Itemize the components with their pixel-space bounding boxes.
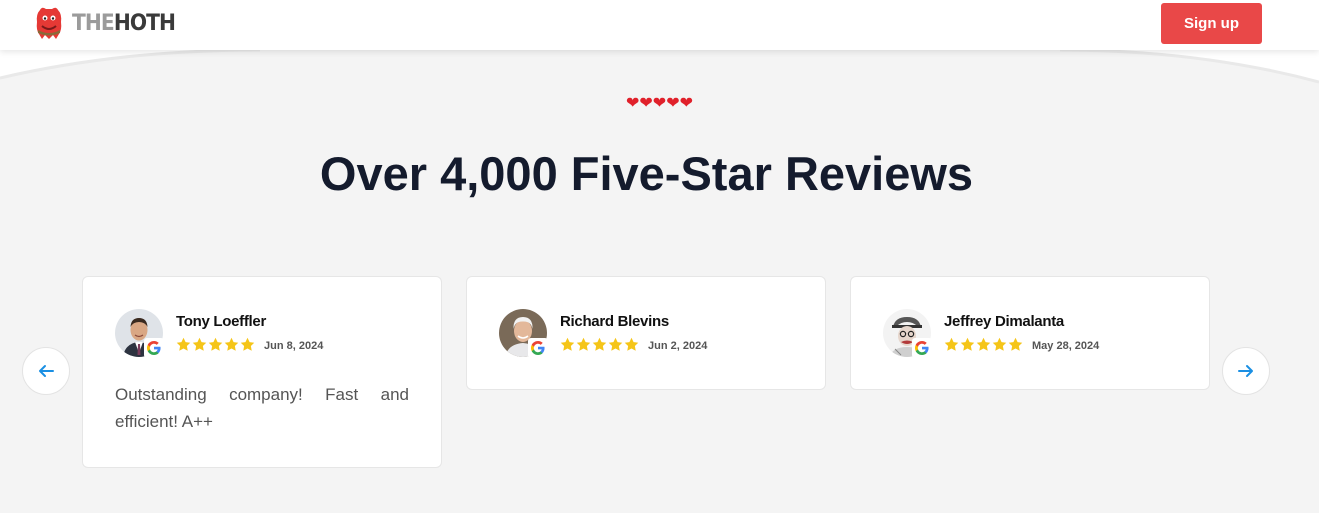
star-rating	[944, 337, 1023, 352]
header-swoosh	[0, 50, 1319, 84]
arrow-left-icon	[39, 365, 54, 377]
star-icon	[976, 337, 991, 351]
star-icon	[192, 337, 207, 351]
site-header: THEHOTH Sign up	[0, 0, 1319, 50]
review-date: Jun 2, 2024	[648, 340, 708, 352]
hoth-mascot-icon	[36, 7, 62, 39]
reviewer-name: Richard Blevins	[560, 313, 669, 330]
star-icon	[208, 337, 223, 351]
star-rating	[176, 337, 255, 352]
reviewer-name: Tony Loeffler	[176, 313, 266, 330]
hoth-logo[interactable]: THEHOTH	[34, 6, 184, 40]
star-icon	[560, 337, 575, 351]
star-icon	[224, 337, 239, 351]
star-icon	[608, 337, 623, 351]
star-icon	[176, 337, 191, 351]
signup-button[interactable]: Sign up	[1161, 3, 1262, 44]
review-date: Jun 8, 2024	[264, 340, 324, 352]
star-rating	[560, 337, 639, 352]
heart-icon: ❤	[652, 93, 667, 112]
star-icon	[624, 337, 639, 351]
hearts-row: ❤❤❤❤❤	[0, 92, 1319, 115]
star-icon	[1008, 337, 1023, 351]
google-icon	[144, 338, 164, 358]
arrow-right-icon	[1238, 365, 1253, 377]
reviews-heading: Over 4,000 Five-Star Reviews	[319, 147, 974, 200]
review-card: Richard Blevins Jun 2, 2024	[466, 276, 826, 390]
carousel-prev-button[interactable]	[22, 347, 70, 395]
review-date: May 28, 2024	[1032, 340, 1100, 352]
review-card: Jeffrey Dimalanta May 28, 2024	[850, 276, 1210, 390]
star-icon	[944, 337, 959, 351]
review-card: Tony Loeffler Jun 8, 2024 Outstanding co…	[82, 276, 442, 468]
carousel-next-button[interactable]	[1222, 347, 1270, 395]
star-icon	[576, 337, 591, 351]
avatar	[883, 309, 932, 358]
logo-wordmark: THEHOTH	[72, 10, 176, 36]
star-icon	[992, 337, 1007, 351]
google-icon	[528, 338, 548, 358]
heart-icon: ❤	[639, 93, 653, 112]
reviewer-name: Jeffrey Dimalanta	[944, 313, 1064, 330]
google-icon	[912, 338, 932, 358]
avatar	[499, 309, 548, 358]
avatar	[115, 309, 164, 358]
star-icon	[960, 337, 975, 351]
star-icon	[240, 337, 255, 351]
heart-icon: ❤	[666, 93, 680, 112]
heart-icon: ❤	[679, 93, 694, 112]
star-icon	[592, 337, 607, 351]
review-text: Outstanding company! Fast and efficient!…	[115, 385, 409, 431]
heart-icon: ❤	[625, 93, 640, 112]
